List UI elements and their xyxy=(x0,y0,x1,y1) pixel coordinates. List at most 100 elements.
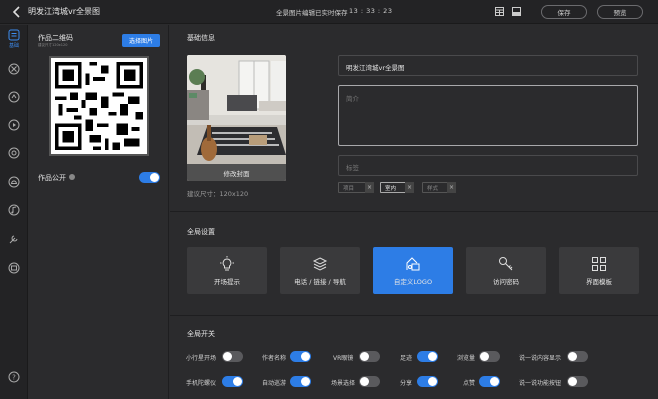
sidebar-item-media[interactable] xyxy=(0,113,28,137)
card-label: 自定义LOGO xyxy=(393,278,433,286)
switch-label: 分享 xyxy=(400,380,413,387)
switch-label: 自动巡游 xyxy=(262,380,287,387)
card-contact[interactable]: 电话 / 链接 / 导航 xyxy=(280,247,360,294)
gallery-icon xyxy=(8,262,20,274)
choose-image-button[interactable]: 选择图片 xyxy=(122,34,160,47)
left-panel: 作品二维码 建议尺寸120x120 选择图片 作品公开 xyxy=(29,25,169,399)
description-textarea[interactable]: 简介 xyxy=(338,85,638,146)
card-label: 电话 / 链接 / 导航 xyxy=(294,278,346,286)
switch-vr-glasses[interactable] xyxy=(359,351,380,362)
switch-auto-tour[interactable] xyxy=(290,376,311,387)
tag-chip-label: 项目 xyxy=(343,185,355,192)
switch-footprint[interactable] xyxy=(417,351,438,362)
top-bar: 明发江湾城vr全景图 全景图片编辑已实时保存 13 : 33 : 23 保存 预… xyxy=(0,0,658,24)
close-icon[interactable]: × xyxy=(447,182,456,193)
switch-comment-button[interactable] xyxy=(567,376,588,387)
page-title: 明发江湾城vr全景图 xyxy=(28,7,101,16)
sidebar-item-help[interactable]: ? xyxy=(0,365,28,389)
basic-info-icon xyxy=(8,29,20,41)
switch-label: 点赞 xyxy=(463,380,476,387)
info-icon xyxy=(69,174,75,180)
help-icon: ? xyxy=(8,371,20,383)
grid-icon xyxy=(592,257,606,271)
switch-author-name[interactable] xyxy=(290,351,311,362)
switch-label: 场景选择 xyxy=(331,380,356,387)
tools-icon xyxy=(9,235,18,244)
global-switches-title: 全局开关 xyxy=(187,330,215,338)
divider xyxy=(170,211,658,212)
sidebar-item-weather[interactable] xyxy=(0,170,28,194)
effect-icon xyxy=(8,147,20,159)
sidebar: 基础 ? xyxy=(0,25,28,399)
sidebar-item-basic[interactable]: 基础 xyxy=(0,27,28,51)
lightbulb-icon xyxy=(220,256,234,271)
name-input[interactable]: 明发江湾城vr全景图 xyxy=(338,55,638,76)
tag-chip-label: 室内 xyxy=(385,185,397,192)
card-ui-template[interactable]: 界面模板 xyxy=(559,247,639,294)
tag-input[interactable]: 标签 xyxy=(338,155,638,176)
tag-chip-label: 样式 xyxy=(427,185,439,192)
sidebar-item-label: 基础 xyxy=(8,43,19,49)
sidebar-item-tools[interactable] xyxy=(0,227,28,251)
tag-chip[interactable]: 室内 × xyxy=(380,182,414,193)
publish-label: 作品公开 xyxy=(38,174,66,182)
cover-photo xyxy=(187,55,286,181)
switch-label: VR眼镜 xyxy=(333,355,354,362)
switch-share[interactable] xyxy=(417,376,438,387)
music-icon xyxy=(8,204,20,216)
qr-code-image xyxy=(51,58,147,154)
qr-code xyxy=(49,56,149,156)
switch-like[interactable] xyxy=(479,376,500,387)
tag-chip[interactable]: 样式 × xyxy=(422,182,456,193)
split-view-icon[interactable] xyxy=(495,7,504,16)
global-settings-title: 全局设置 xyxy=(187,228,215,236)
key-icon xyxy=(499,257,513,271)
sidebar-item-hotspot[interactable] xyxy=(0,85,28,109)
switch-label: 作者名称 xyxy=(262,355,287,362)
single-view-icon[interactable] xyxy=(512,7,521,16)
switch-comment-display[interactable] xyxy=(567,351,588,362)
close-icon[interactable]: × xyxy=(365,182,374,193)
switch-label: 说一说功能按钮 xyxy=(519,380,562,387)
scene-icon xyxy=(8,63,20,75)
card-label: 访问密码 xyxy=(493,278,519,286)
card-opening-tip[interactable]: 开场提示 xyxy=(187,247,267,294)
close-icon[interactable]: × xyxy=(405,182,414,193)
cover-size-hint: 建议尺寸：120x120 xyxy=(187,190,249,198)
switch-scene-select[interactable] xyxy=(359,376,380,387)
publish-toggle[interactable] xyxy=(139,172,160,183)
back-arrow-icon[interactable] xyxy=(11,5,23,19)
preview-button[interactable]: 预览 xyxy=(597,5,643,19)
divider xyxy=(170,315,658,316)
card-label: 开场提示 xyxy=(214,278,240,286)
cover-image: 修改封面 xyxy=(187,55,286,181)
logo-icon xyxy=(406,257,420,271)
hotspot-icon xyxy=(8,91,20,103)
sidebar-item-gallery[interactable] xyxy=(0,256,28,280)
sidebar-item-music[interactable] xyxy=(0,198,28,222)
switch-asteroid-opening[interactable] xyxy=(222,351,243,362)
card-label: 界面模板 xyxy=(586,278,612,286)
media-icon xyxy=(8,119,20,131)
card-custom-logo[interactable]: 自定义LOGO xyxy=(373,247,453,294)
weather-icon xyxy=(8,176,20,188)
qr-title: 作品二维码 xyxy=(38,34,73,42)
switch-label: 说一说内容显示 xyxy=(519,355,562,362)
sidebar-item-scene[interactable] xyxy=(0,57,28,81)
switch-label: 小行星开场 xyxy=(186,355,217,362)
sidebar-item-effect[interactable] xyxy=(0,141,28,165)
switch-label: 足迹 xyxy=(400,355,413,362)
change-cover-button[interactable]: 修改封面 xyxy=(187,164,286,181)
tag-chip[interactable]: 项目 × xyxy=(338,182,374,193)
card-access-password[interactable]: 访问密码 xyxy=(466,247,546,294)
svg-text:?: ? xyxy=(12,374,16,382)
switch-view-count[interactable] xyxy=(479,351,500,362)
switch-gyroscope[interactable] xyxy=(222,376,243,387)
main-content: 基础信息 修改封面 建议尺寸：120x120 明发江湾城vr全景图 简介 标签 … xyxy=(170,25,658,399)
switch-label: 手机陀螺仪 xyxy=(186,380,217,387)
save-clock: 13 : 33 : 23 xyxy=(349,7,393,15)
switch-label: 浏览量 xyxy=(457,355,476,362)
qr-subtitle: 建议尺寸120x120 xyxy=(38,43,68,47)
save-button[interactable]: 保存 xyxy=(541,5,587,19)
autosave-hint: 全景图片编辑已实时保存 xyxy=(276,9,348,17)
